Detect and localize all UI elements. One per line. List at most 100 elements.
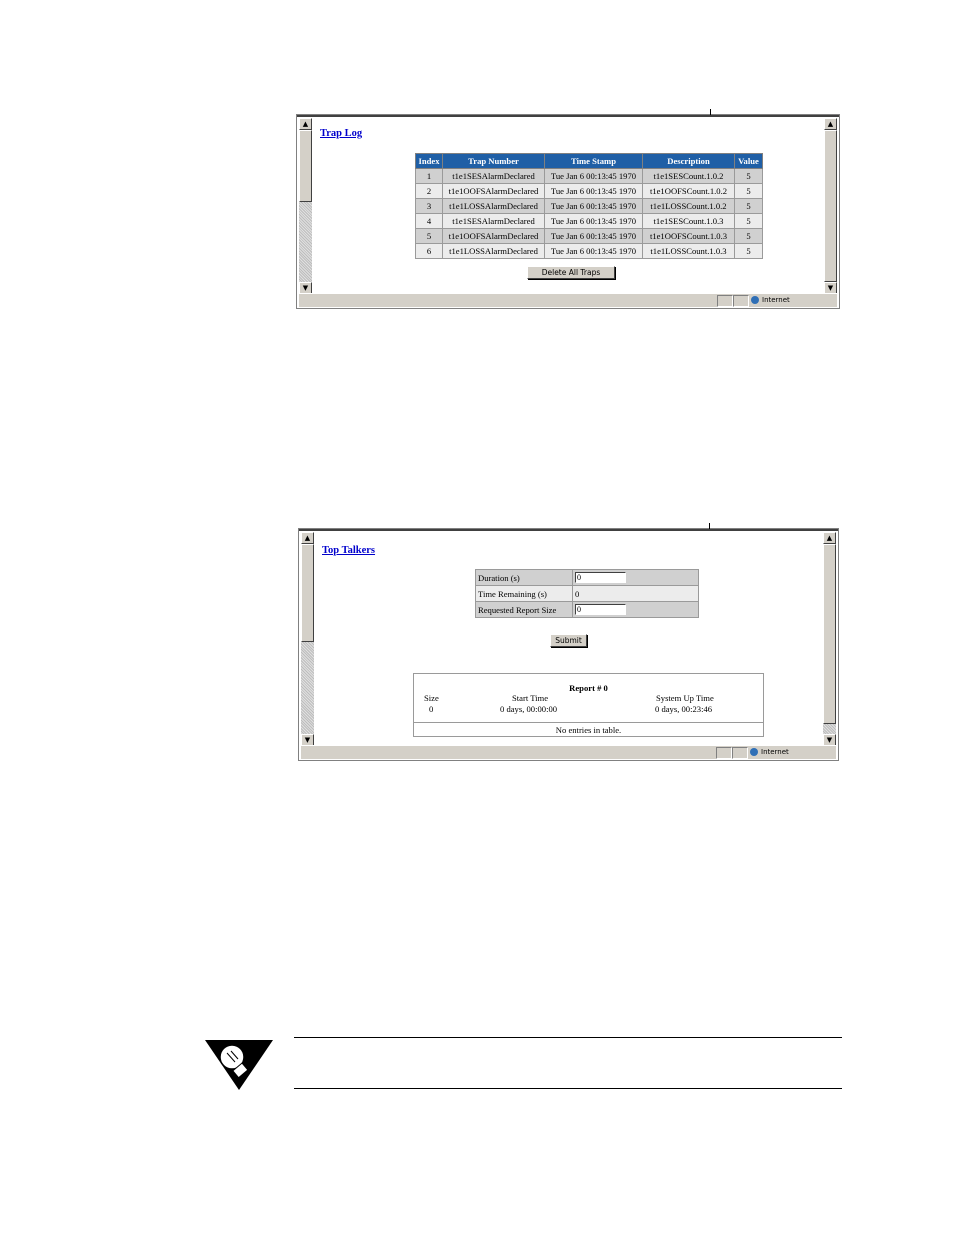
column-header: Value [734, 153, 763, 169]
report-panel: Report # 0 Size Start Time System Up Tim… [413, 673, 764, 737]
cell-description: t1e1SESCount.1.0.2 [642, 168, 735, 184]
column-header: Time Stamp [544, 153, 643, 169]
window-top-border [299, 529, 838, 531]
cell-value: 5 [734, 243, 763, 259]
cell-trap-number: t1e1OOFSAlarmDeclared [442, 183, 545, 199]
page-title-link[interactable]: Trap Log [320, 128, 362, 139]
trap-log-table: Index Trap Number Time Stamp Description… [415, 153, 763, 259]
form-row-duration: Duration (s) 0 [475, 569, 699, 586]
cell-time-stamp: Tue Jan 6 00:13:45 1970 [544, 228, 643, 244]
column-header: Description [642, 153, 735, 169]
cell-index: 2 [415, 183, 443, 199]
duration-input[interactable]: 0 [575, 572, 626, 584]
size-label: Size [424, 693, 439, 703]
cursor-tick [709, 523, 710, 529]
scroll-up-arrow-icon[interactable]: ▲ [824, 118, 837, 130]
top-talkers-browser-window: ▲ ▼ ▲ ▼ Top Talkers Duration (s) 0 Time … [298, 523, 839, 761]
time-remaining-label: Time Remaining (s) [475, 585, 573, 602]
report-size-input[interactable]: 0 [575, 604, 626, 616]
cell-value: 5 [734, 198, 763, 214]
scroll-thumb[interactable] [823, 544, 836, 724]
cell-index: 1 [415, 168, 443, 184]
zone-label: Internet [762, 296, 790, 304]
cell-time-stamp: Tue Jan 6 00:13:45 1970 [544, 168, 643, 184]
cell-index: 5 [415, 228, 443, 244]
cell-trap-number: t1e1SESAlarmDeclared [442, 213, 545, 229]
form-row-time-remaining: Time Remaining (s) 0 [475, 585, 699, 602]
status-cell [716, 747, 732, 759]
scroll-up-arrow-icon[interactable]: ▲ [823, 532, 836, 544]
status-cell [717, 295, 733, 307]
start-time-value: 0 days, 00:00:00 [500, 704, 558, 714]
table-header-row: Index Trap Number Time Stamp Description… [415, 153, 763, 169]
globe-icon [751, 296, 759, 304]
cell-time-stamp: Tue Jan 6 00:13:45 1970 [544, 183, 643, 199]
size-value: 0 [429, 704, 434, 714]
status-cell [732, 747, 748, 759]
cell-description: t1e1OOFSCount.1.0.3 [642, 228, 735, 244]
cell-description: t1e1SESCount.1.0.3 [642, 213, 735, 229]
report-size-cell: 0 [572, 601, 699, 618]
report-divider [414, 722, 763, 723]
delete-all-traps-button[interactable]: Delete All Traps [527, 266, 615, 279]
table-row: 6 t1e1LOSSAlarmDeclared Tue Jan 6 00:13:… [415, 243, 763, 259]
system-up-time-value: 0 days, 00:23:46 [655, 704, 713, 714]
cell-trap-number: t1e1OOFSAlarmDeclared [442, 228, 545, 244]
scroll-up-arrow-icon[interactable]: ▲ [301, 532, 314, 544]
page-content: Trap Log Index Trap Number Time Stamp De… [315, 118, 825, 294]
table-row: 2 t1e1OOFSAlarmDeclared Tue Jan 6 00:13:… [415, 183, 763, 199]
cell-trap-number: t1e1SESAlarmDeclared [442, 168, 545, 184]
window-top-border [297, 115, 839, 117]
cell-value: 5 [734, 228, 763, 244]
scroll-up-arrow-icon[interactable]: ▲ [299, 118, 312, 130]
time-remaining-value: 0 [572, 585, 699, 602]
cell-description: t1e1LOSSCount.1.0.2 [642, 198, 735, 214]
cursor-tick [710, 109, 711, 115]
cell-value: 5 [734, 213, 763, 229]
status-bar: Internet [299, 293, 837, 307]
report-size-label: Requested Report Size [475, 601, 573, 618]
left-scrollbar[interactable]: ▲ ▼ [299, 118, 312, 294]
cell-description: t1e1LOSSCount.1.0.3 [642, 243, 735, 259]
table-row: 3 t1e1LOSSAlarmDeclared Tue Jan 6 00:13:… [415, 198, 763, 214]
scroll-thumb[interactable] [301, 544, 314, 642]
duration-cell: 0 [572, 569, 699, 586]
security-zone: Internet [750, 747, 789, 757]
cell-trap-number: t1e1LOSSAlarmDeclared [442, 243, 545, 259]
scroll-thumb[interactable] [824, 130, 837, 282]
tip-bottom-rule [294, 1088, 842, 1089]
right-scrollbar[interactable]: ▲ ▼ [823, 532, 836, 746]
empty-table-message: No entries in table. [555, 725, 622, 735]
cell-value: 5 [734, 168, 763, 184]
lightbulb-icon [205, 1040, 273, 1090]
cell-time-stamp: Tue Jan 6 00:13:45 1970 [544, 243, 643, 259]
status-cell [733, 295, 749, 307]
form-row-report-size: Requested Report Size 0 [475, 601, 699, 618]
duration-label: Duration (s) [475, 569, 573, 586]
cell-time-stamp: Tue Jan 6 00:13:45 1970 [544, 213, 643, 229]
top-talkers-form-table: Duration (s) 0 Time Remaining (s) 0 Requ… [475, 569, 699, 618]
page-title-link[interactable]: Top Talkers [322, 545, 375, 556]
report-title: Report # 0 [569, 683, 608, 693]
cell-index: 6 [415, 243, 443, 259]
cell-trap-number: t1e1LOSSAlarmDeclared [442, 198, 545, 214]
submit-button[interactable]: Submit [550, 634, 587, 647]
zone-label: Internet [761, 748, 789, 756]
tip-top-rule [294, 1037, 842, 1038]
left-scrollbar[interactable]: ▲ ▼ [301, 532, 314, 746]
start-time-label: Start Time [512, 693, 549, 703]
cell-description: t1e1OOFSCount.1.0.2 [642, 183, 735, 199]
status-bar: Internet [301, 745, 836, 759]
cell-time-stamp: Tue Jan 6 00:13:45 1970 [544, 198, 643, 214]
right-scrollbar[interactable]: ▲ ▼ [824, 118, 837, 294]
table-row: 1 t1e1SESAlarmDeclared Tue Jan 6 00:13:4… [415, 168, 763, 184]
table-row: 4 t1e1SESAlarmDeclared Tue Jan 6 00:13:4… [415, 213, 763, 229]
cell-value: 5 [734, 183, 763, 199]
table-row: 5 t1e1OOFSAlarmDeclared Tue Jan 6 00:13:… [415, 228, 763, 244]
scroll-thumb[interactable] [299, 130, 312, 202]
page-content: Top Talkers Duration (s) 0 Time Remainin… [317, 532, 822, 746]
trap-log-browser-window: ▲ ▼ ▲ ▼ Trap Log Index Trap Number Time … [296, 109, 840, 309]
column-header: Trap Number [442, 153, 545, 169]
cell-index: 3 [415, 198, 443, 214]
cell-index: 4 [415, 213, 443, 229]
